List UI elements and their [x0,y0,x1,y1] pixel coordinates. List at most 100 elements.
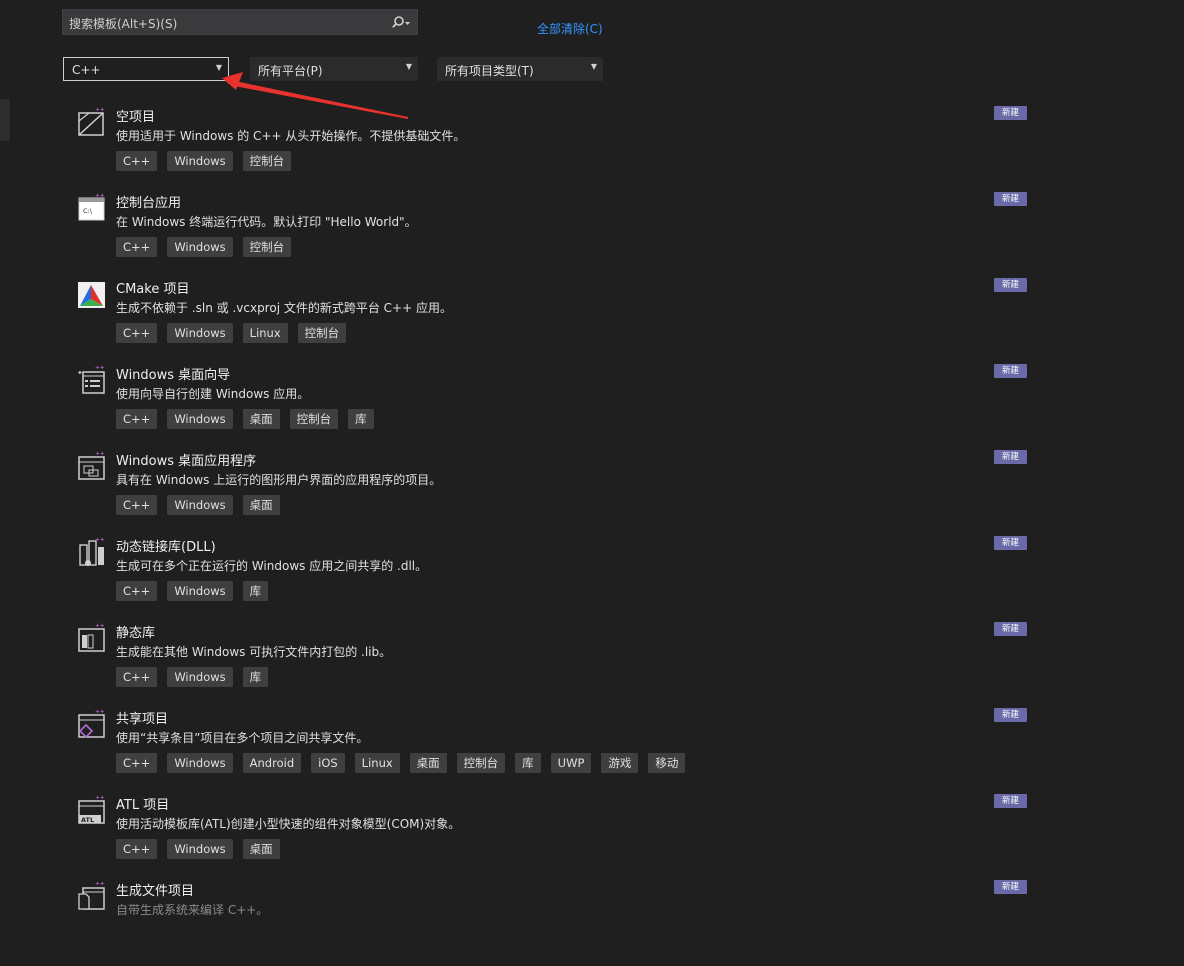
svg-text:⁺⁺: ⁺⁺ [95,537,105,547]
language-filter-value: C++ [72,63,101,77]
template-tag: 库 [515,753,541,773]
template-description: 使用“共享条目”项目在多个项目之间共享文件。 [116,731,369,745]
project-type-filter-value: 所有项目类型(T) [445,64,534,78]
template-tags: C++ Windows Android iOS Linux 桌面 控制台库 UWP 游戏 移动 [116,753,686,773]
makefile-icon: ⁺⁺ [78,881,105,910]
svg-text:⁺⁺: ⁺⁺ [95,623,105,633]
template-description: 使用向导自行创建 Windows 应用。 [116,387,310,401]
template-tags: C++ Windows 桌面 [116,839,280,859]
template-item[interactable]: ⁺⁺ 静态库 生成能在其他 Windows 可执行文件内打包的 .lib。 C++ Wi… [76,622,1036,708]
template-title: 生成文件项目 [116,884,195,899]
template-title: 共享项目 [116,712,169,727]
language-filter-dropdown[interactable]: C++ ▼ [63,57,229,81]
template-title: ATL 项目 [116,798,170,813]
new-badge: 新建 [994,880,1027,894]
template-item[interactable]: CMake 项目生成不依赖于 .sln 或 .vcxproj 文件的新式跨平台 … [76,278,1036,364]
svg-text:ATL: ATL [81,816,94,824]
template-tags: C++ Windows 库 [116,667,269,687]
template-description: 使用适用于 Windows 的 C++ 从头开始操作。不提供基础文件。 [116,129,466,143]
template-description: 使用活动模板库(ATL)创建小型快速的组件对象模型(COM)对象。 [116,817,461,831]
chevron-down-icon: ▼ [215,63,222,72]
svg-text:⁺⁺: ⁺⁺ [95,365,105,375]
search-input[interactable]: 搜索模板(Alt+S)(S) [62,9,418,35]
template-tags: C++ Windows 桌面 [116,495,280,515]
template-tags: C++ Windows 控制台 [116,151,292,171]
template-item[interactable]: ⁺⁺ 生成文件项目自带生成系统来编译 C++。 新建 [76,880,1036,966]
template-tag: Windows [167,753,233,773]
new-badge: 新建 [994,622,1027,636]
template-tag: Windows [167,409,233,429]
shared-project-icon: ⁺⁺ [78,709,105,739]
template-tag: 控制台 [289,409,339,429]
template-tag: UWP [550,753,592,773]
template-tag: C++ [116,151,158,171]
template-tag: 移动 [648,753,686,773]
template-tag: C++ [116,753,158,773]
new-badge: 新建 [994,708,1027,722]
template-tag: C++ [116,495,158,515]
template-tag: Linux [354,753,400,773]
template-tags: C++ Windows Linux 控制台 [116,323,347,343]
svg-text:⁺⁺: ⁺⁺ [95,881,105,891]
empty-project-icon: ⁺⁺ [78,107,105,136]
template-tag: C++ [116,839,158,859]
template-description: 具有在 Windows 上运行的图形用户界面的应用程序的项目。 [116,473,442,487]
new-badge: 新建 [994,536,1027,550]
template-description: 生成不依赖于 .sln 或 .vcxproj 文件的新式跨平台 C++ 应用。 [116,301,452,315]
search-icon[interactable] [391,14,411,32]
template-tag: 桌面 [242,839,280,859]
template-item[interactable]: ⁺⁺ 空项目 使用适用于 Windows 的 C++ 从头开始操作。不提供基础文件。… [76,106,1036,192]
template-tag: 控制台 [242,237,292,257]
template-description: 在 Windows 终端运行代码。默认打印 "Hello World"。 [116,215,417,229]
new-badge: 新建 [994,364,1027,378]
svg-text:✦: ✦ [77,369,83,377]
template-tag: Windows [167,839,233,859]
template-tag: C++ [116,581,158,601]
template-title: 静态库 [116,626,156,641]
chevron-down-icon: ▼ [405,62,412,71]
atl-icon: ATL ⁺⁺ [78,795,105,824]
template-tag: 桌面 [409,753,447,773]
new-badge: 新建 [994,192,1027,206]
template-description: 生成可在多个正在运行的 Windows 应用之间共享的 .dll。 [116,559,428,573]
dll-icon: ⁺⁺ [79,537,105,566]
template-title: CMake 项目 [116,282,190,297]
template-title: 动态链接库(DLL) [116,540,216,555]
project-type-filter-dropdown[interactable]: 所有项目类型(T) ▼ [437,57,603,81]
template-tag: 库 [242,667,269,687]
template-tag: 控制台 [297,323,347,343]
template-tag: Linux [242,323,288,343]
clear-all-link[interactable]: 全部清除(C) [537,20,603,37]
template-item[interactable]: ⁺⁺ 共享项目使用“共享条目”项目在多个项目之间共享文件。 C++ Windows An… [76,708,1036,794]
template-item[interactable]: ⁺⁺ Windows 桌面应用程序 具有在 Windows 上运行的图形用户界面的应… [76,450,1036,536]
template-tag: Windows [167,151,233,171]
svg-text:⁺⁺: ⁺⁺ [95,451,105,461]
template-tag: C++ [116,323,158,343]
svg-text:⁺⁺: ⁺⁺ [95,107,105,117]
platform-filter-value: 所有平台(P) [258,64,323,78]
template-tag: 游戏 [601,753,639,773]
template-tag: Windows [167,237,233,257]
svg-text:C:\: C:\ [83,207,93,215]
template-tags: C++ Windows 控制台 [116,237,292,257]
template-item[interactable]: ATL ⁺⁺ ATL 项目使用活动模板库(ATL)创建小型快速的组件对象模型(COM… [76,794,1036,880]
template-tags: C++ Windows 库 [116,581,269,601]
new-badge: 新建 [994,106,1027,120]
desktop-app-icon: ⁺⁺ [78,451,105,480]
static-lib-icon: ⁺⁺ [78,623,105,652]
left-panel-edge [0,99,10,141]
platform-filter-dropdown[interactable]: 所有平台(P) ▼ [250,57,418,81]
template-description: 自带生成系统来编译 C++。 [116,903,269,917]
new-badge: 新建 [994,278,1027,292]
new-badge: 新建 [994,794,1027,808]
template-description: 生成能在其他 Windows 可执行文件内打包的 .lib。 [116,645,392,659]
template-tag: 库 [242,581,269,601]
template-item[interactable]: C:\ ⁺⁺ 控制台应用在 Windows 终端运行代码。默认打印 "Hello W… [76,192,1036,278]
template-tag: Android [242,753,302,773]
template-tag: Windows [167,667,233,687]
template-item[interactable]: ⁺⁺ 动态链接库(DLL) 生成可在多个正在运行的 Windows 应用之间共享的 … [76,536,1036,622]
search-placeholder: 搜索模板(Alt+S)(S) [69,17,178,31]
template-tags: C++ Windows 桌面 控制台库 [116,409,374,429]
template-item[interactable]: ✦ ⁺⁺ Windows 桌面向导 使用向导自行创建 Windows 应用。 C++ Wi… [76,364,1036,450]
new-badge: 新建 [994,450,1027,464]
